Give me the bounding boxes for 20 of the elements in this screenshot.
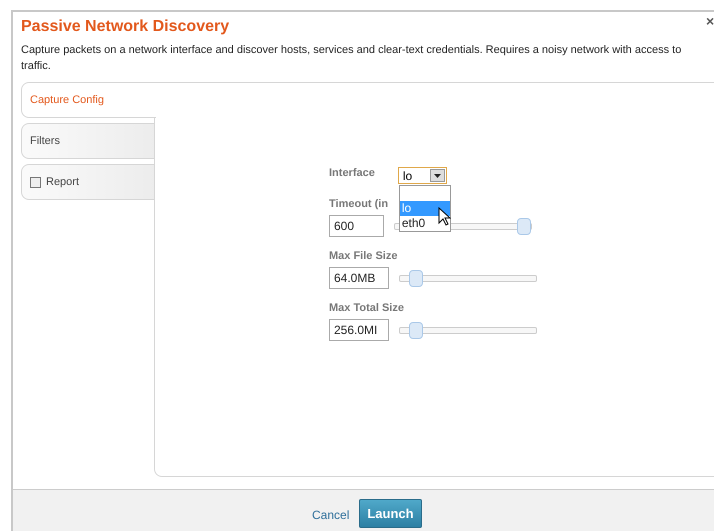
sidebar-tab[interactable]: Capture Config (21, 82, 156, 118)
report-checkbox[interactable] (30, 176, 41, 188)
value-input[interactable]: 64.0MB (329, 267, 389, 289)
field-label: Interface (329, 167, 375, 179)
dialog-title: Passive Network Discovery (20, 17, 230, 36)
dialog-description: Capture packets on a network interface and discover hosts, services and clear-text credentials. Requires a noisy network with access to traffic. (20, 43, 682, 74)
close-button[interactable]: × (706, 14, 714, 28)
interface-select[interactable]: lo (398, 167, 447, 184)
launch-button[interactable]: Launch (359, 499, 422, 528)
slider-thumb[interactable] (517, 218, 531, 234)
slider-thumb[interactable] (408, 270, 423, 286)
cancel-link[interactable]: Cancel (312, 508, 350, 522)
field-label: Max Total Size (329, 302, 404, 314)
slider-thumb[interactable] (408, 322, 423, 338)
value-input[interactable]: 256.0MI (329, 319, 389, 341)
field-label: Timeout (in (329, 198, 388, 210)
sidebar-tab[interactable]: Report (21, 164, 154, 200)
value-input[interactable]: 600 (329, 215, 384, 237)
field-label: Max File Size (329, 250, 398, 262)
sidebar-tab[interactable]: Filters (21, 123, 154, 159)
